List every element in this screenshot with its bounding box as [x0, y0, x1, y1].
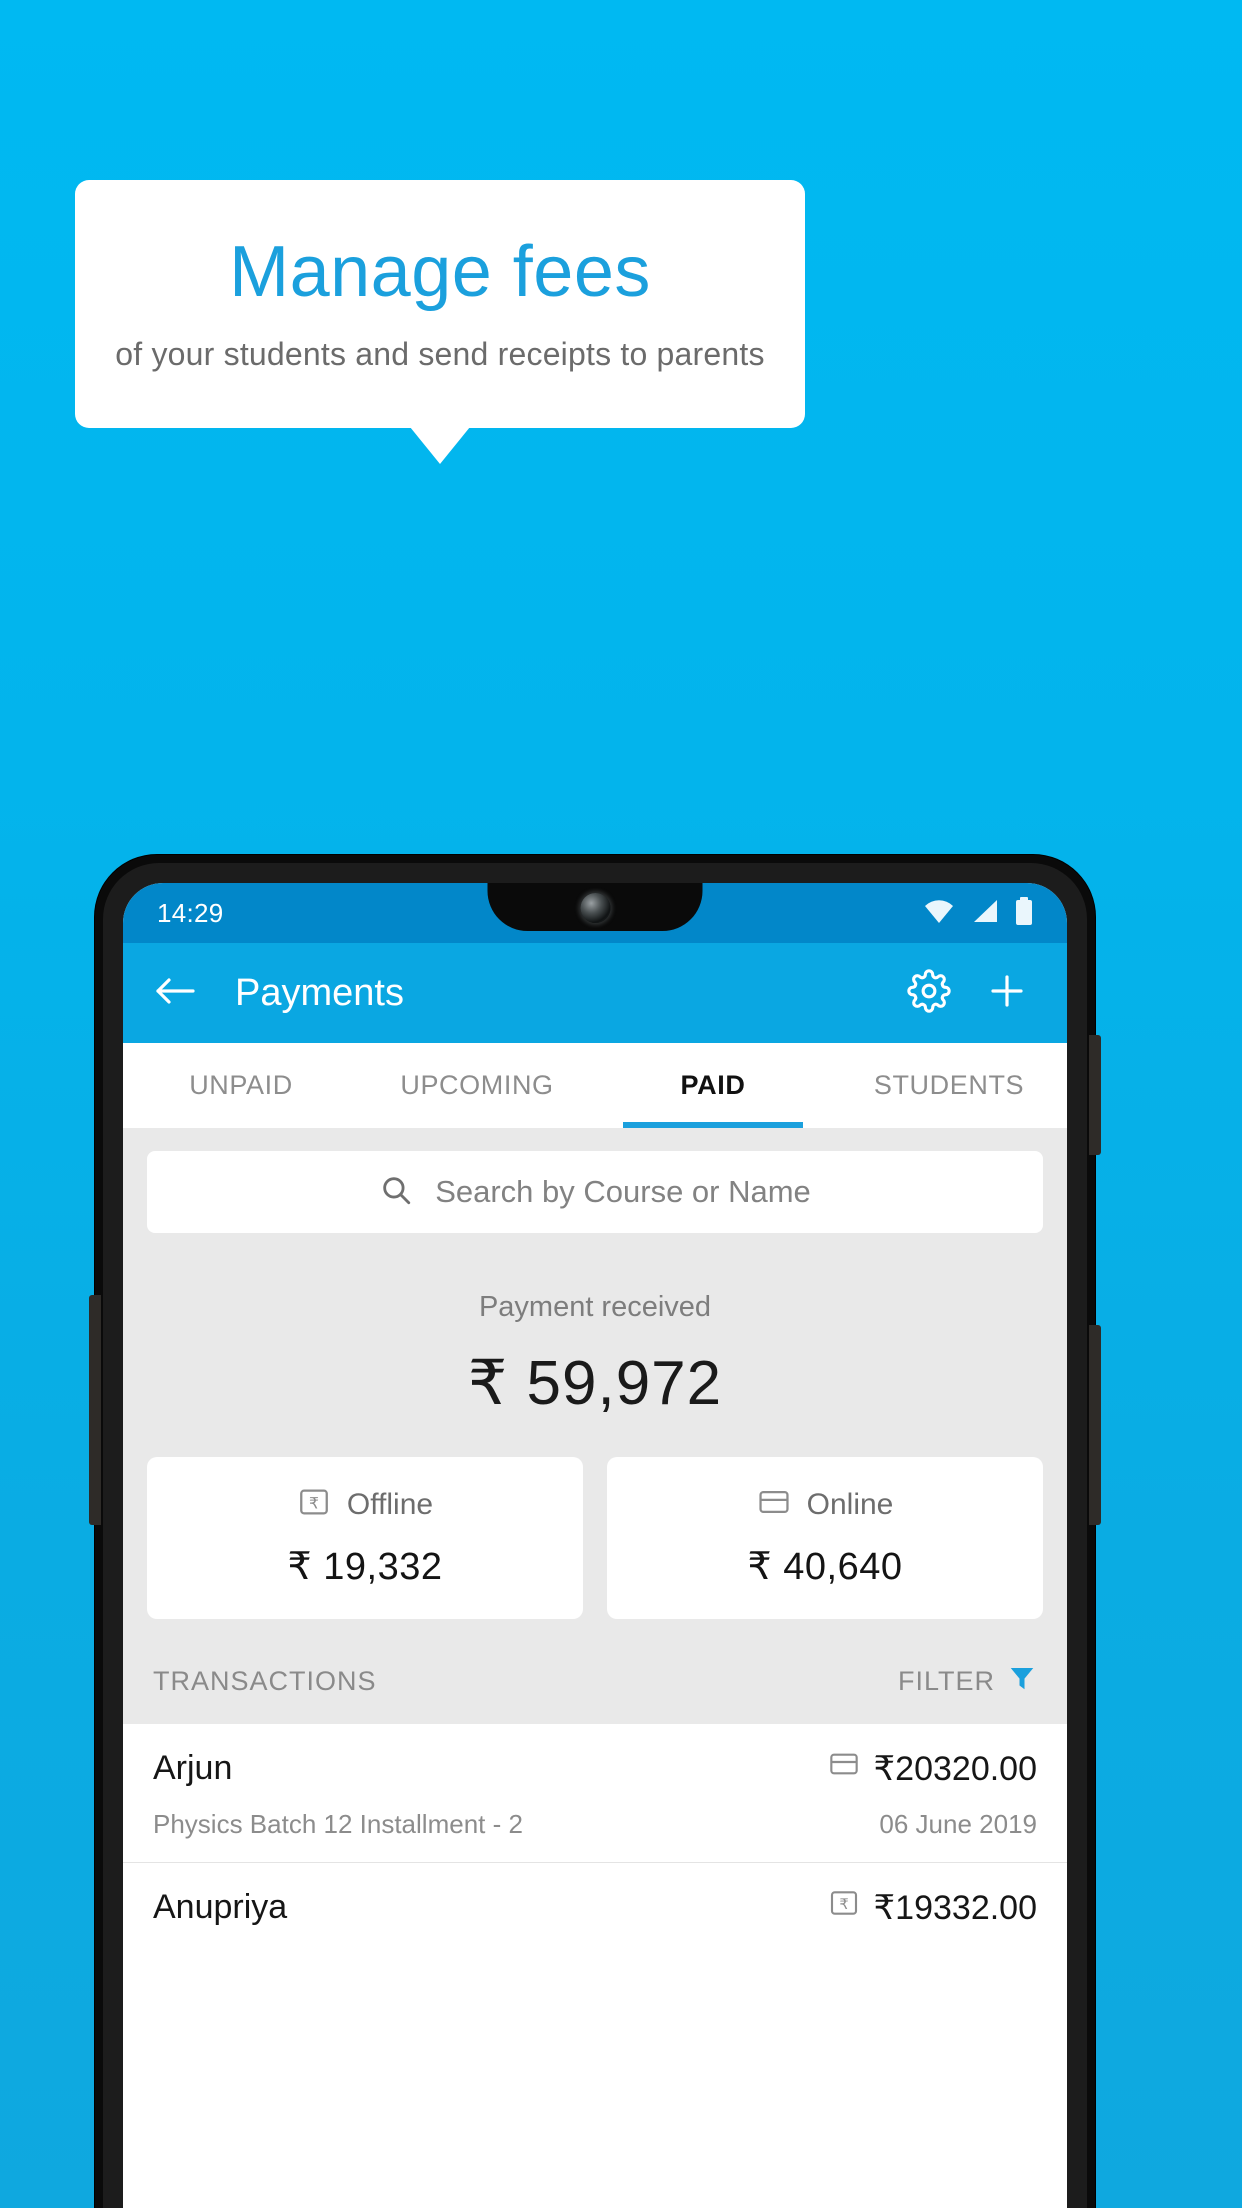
- credit-card-icon: [828, 1748, 860, 1789]
- table-row[interactable]: Arjun ₹20320.00 Physics Batch 12 Install…: [123, 1724, 1067, 1863]
- gear-icon[interactable]: [907, 968, 951, 1018]
- transaction-amount-group: ₹20320.00: [828, 1748, 1037, 1789]
- battery-icon: [1015, 896, 1033, 930]
- transaction-amount: ₹20320.00: [873, 1749, 1037, 1788]
- svg-text:₹: ₹: [309, 1494, 319, 1512]
- phone-screen: 14:29 Payments UNPAID UPCOMING PAID STUD…: [123, 883, 1067, 2208]
- transaction-amount-group: ₹ ₹19332.00: [828, 1887, 1037, 1928]
- transactions-title: TRANSACTIONS: [153, 1666, 377, 1696]
- summary-label: Payment received: [478, 1291, 712, 1323]
- rupee-note-icon: ₹: [297, 1485, 331, 1524]
- transaction-detail: Physics Batch 12 Installment - 2: [153, 1809, 523, 1839]
- wifi-icon: [923, 898, 955, 929]
- search-input[interactable]: Search by Course or Name: [147, 1151, 1043, 1233]
- transaction-name: Arjun: [153, 1749, 233, 1787]
- svg-text:₹: ₹: [839, 1896, 848, 1913]
- cellular-signal-icon: [971, 898, 999, 929]
- filter-label: FILTER: [897, 1666, 995, 1696]
- payment-summary: Payment received ₹ 59,972: [123, 1249, 1067, 1435]
- rupee-note-icon: ₹: [828, 1887, 860, 1928]
- online-card[interactable]: Online ₹ 40,640: [607, 1457, 1043, 1619]
- online-amount: ₹ 40,640: [747, 1546, 903, 1588]
- transactions-header: TRANSACTIONS FILTER: [123, 1643, 1067, 1724]
- plus-icon[interactable]: [985, 969, 1029, 1018]
- phone-mockup: 14:29 Payments UNPAID UPCOMING PAID STUD…: [89, 855, 1101, 2208]
- promo-subtitle: of your students and send receipts to pa…: [115, 336, 765, 373]
- app-bar: Payments: [123, 943, 1067, 1043]
- promo-card: Manage fees of your students and send re…: [75, 180, 805, 428]
- table-row[interactable]: Anupriya ₹ ₹19332.00: [123, 1863, 1067, 1950]
- tab-unpaid[interactable]: UNPAID: [123, 1043, 359, 1128]
- tab-content-paid: Search by Course or Name Payment receive…: [123, 1129, 1067, 1950]
- transaction-list: Arjun ₹20320.00 Physics Batch 12 Install…: [123, 1724, 1067, 1950]
- transaction-name: Anupriya: [153, 1888, 288, 1926]
- search-section: Search by Course or Name: [123, 1129, 1067, 1249]
- promo-title: Manage fees: [229, 231, 651, 312]
- page-title: Payments: [235, 971, 404, 1014]
- tab-upcoming[interactable]: UPCOMING: [359, 1043, 595, 1128]
- transaction-amount: ₹19332.00: [873, 1888, 1037, 1927]
- arrow-left-icon[interactable]: [153, 973, 197, 1014]
- offline-label: Offline: [346, 1487, 434, 1521]
- summary-amount: ₹ 59,972: [467, 1349, 723, 1418]
- search-placeholder: Search by Course or Name: [435, 1174, 811, 1209]
- status-bar: 14:29: [123, 883, 1067, 943]
- status-icons: [923, 896, 1033, 930]
- search-icon: [379, 1173, 413, 1212]
- online-label: Online: [806, 1487, 894, 1521]
- display-notch: [487, 883, 703, 931]
- funnel-icon: [1007, 1663, 1037, 1700]
- side-button[interactable]: [1089, 1325, 1101, 1525]
- filter-button[interactable]: FILTER: [898, 1663, 1037, 1700]
- tab-students[interactable]: STUDENTS: [831, 1043, 1067, 1128]
- method-cards: ₹ Offline ₹ 19,332 Online ₹ 40,640: [123, 1435, 1067, 1643]
- front-camera-icon: [580, 893, 610, 923]
- offline-card[interactable]: ₹ Offline ₹ 19,332: [147, 1457, 583, 1619]
- tab-paid[interactable]: PAID: [595, 1043, 831, 1128]
- volume-button[interactable]: [89, 1295, 101, 1525]
- power-button[interactable]: [1089, 1035, 1101, 1155]
- transaction-date: 06 June 2019: [879, 1809, 1037, 1839]
- status-time: 14:29: [157, 897, 224, 928]
- credit-card-icon: [757, 1485, 791, 1524]
- tab-bar: UNPAID UPCOMING PAID STUDENTS: [123, 1043, 1067, 1129]
- offline-amount: ₹ 19,332: [287, 1546, 443, 1588]
- promo-callout-arrow: [410, 427, 470, 464]
